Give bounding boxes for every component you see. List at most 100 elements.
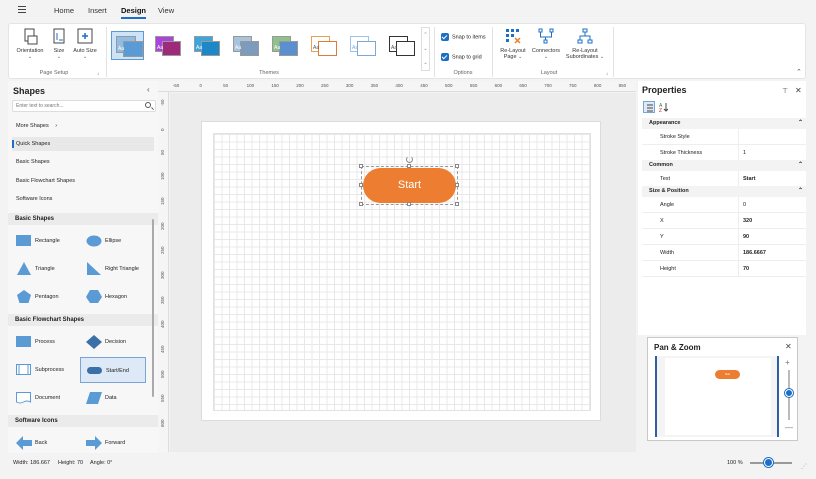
tab-insert[interactable]: Insert [88, 6, 107, 15]
shape-hexagon[interactable]: Hexagon [80, 284, 146, 310]
property-value[interactable]: 90 [738, 229, 806, 244]
resize-handle[interactable] [455, 183, 459, 187]
connectors-button[interactable]: Connectors ⌄ [529, 28, 563, 60]
property-value[interactable]: Start [738, 171, 806, 186]
chevron-up-icon: ⌃ [797, 188, 803, 194]
diagram-page[interactable]: Start [201, 121, 601, 421]
app-menu-icon[interactable] [18, 6, 30, 16]
shape-decision[interactable]: Decision [80, 329, 146, 355]
shape-ellipse[interactable]: Ellipse [80, 228, 146, 254]
theme-item[interactable]: Aa [384, 31, 417, 60]
start-end-shape[interactable]: Start [363, 168, 456, 203]
category-appearance[interactable]: Appearance ⌃ [642, 118, 806, 129]
property-value[interactable]: 0 [738, 197, 806, 212]
tab-home[interactable]: Home [54, 6, 74, 15]
category-basic-flowchart[interactable]: Basic Flowchart Shapes [12, 174, 154, 188]
pin-icon[interactable]: ⊤ [782, 87, 788, 95]
categorized-view-icon[interactable] [643, 101, 655, 113]
ruler-tick-label: 450 [160, 345, 165, 353]
relayout-subordinates-button[interactable]: Re-Layout Subordinates ⌄ [565, 28, 605, 60]
orientation-button[interactable]: Orientation ⌄ [13, 28, 47, 60]
auto-size-button[interactable]: Auto Size ⌄ [71, 28, 99, 60]
property-row[interactable]: Stroke Style [642, 129, 806, 145]
diagram-canvas[interactable]: Start [170, 93, 636, 452]
shape-subprocess[interactable]: Subprocess [10, 357, 76, 383]
property-row[interactable]: Y 90 [642, 229, 806, 245]
property-value[interactable]: 70 [738, 261, 806, 276]
ribbon-separator [613, 27, 614, 77]
resize-handle[interactable] [359, 183, 363, 187]
collapse-ribbon-icon[interactable]: ⌃ [796, 68, 802, 76]
group-themes-label: Themes [259, 70, 279, 76]
category-basic-shapes[interactable]: Basic Shapes [12, 155, 154, 169]
shape-triangle[interactable]: Triangle [10, 256, 76, 282]
property-row[interactable]: Stroke Thickness 1 [642, 145, 806, 161]
property-row[interactable]: Width 186.6667 [642, 245, 806, 261]
property-row[interactable]: Text Start [642, 171, 806, 187]
shape-back[interactable]: Back [10, 430, 76, 456]
close-icon[interactable]: ✕ [785, 342, 792, 351]
resize-handle[interactable] [407, 164, 411, 168]
shape-search-input[interactable] [12, 100, 156, 112]
size-button[interactable]: Size ⌄ [49, 28, 69, 60]
shapes-scrollbar[interactable] [152, 219, 154, 397]
page-setup-launcher-icon[interactable]: ⌟ [97, 70, 99, 76]
search-icon[interactable] [145, 102, 151, 108]
property-row[interactable]: Height 70 [642, 261, 806, 277]
category-quick-shapes[interactable]: Quick Shapes [12, 137, 154, 151]
themes-gallery-scroll[interactable]: ⌃ ⌄ ⌄ [421, 27, 430, 71]
shape-process[interactable]: Process [10, 329, 76, 355]
relayout-page-button[interactable]: Re-Layout Page ⌄ [497, 28, 529, 60]
shape-start-end[interactable]: Start/End [80, 357, 146, 383]
theme-item[interactable]: Aa [111, 31, 144, 60]
layout-launcher-icon[interactable]: ⌟ [606, 70, 608, 76]
shape-forward[interactable]: Forward [80, 430, 146, 456]
shape-label: Start/End [106, 368, 129, 374]
category-size-position[interactable]: Size & Position ⌃ [642, 186, 806, 197]
shape-data[interactable]: Data [80, 385, 146, 411]
category-more-shapes[interactable]: More Shapes › [12, 119, 154, 133]
resize-handle[interactable] [455, 202, 459, 206]
sort-alphabetical-icon[interactable]: AZ [658, 101, 670, 114]
tab-design[interactable]: Design [121, 6, 147, 19]
resize-grip-icon[interactable]: ⋰ [801, 463, 807, 470]
resize-handle[interactable] [359, 164, 363, 168]
property-row[interactable]: Angle 0 [642, 197, 806, 213]
tab-view[interactable]: View [158, 6, 174, 15]
ruler-tick-label: 150 [160, 197, 165, 205]
shape-document[interactable]: Document [10, 385, 76, 411]
shape-pentagon[interactable]: Pentagon [10, 284, 76, 310]
category-common[interactable]: Common ⌃ [642, 160, 806, 171]
property-row[interactable]: X 320 [642, 213, 806, 229]
resize-handle[interactable] [455, 164, 459, 168]
snap-to-grid-checkbox[interactable]: Snap to grid [441, 53, 482, 61]
property-value[interactable] [738, 129, 806, 144]
property-value[interactable]: 320 [738, 213, 806, 228]
theme-item[interactable]: Aa [228, 31, 261, 60]
resize-handle[interactable] [359, 202, 363, 206]
property-value[interactable]: 186.6667 [738, 245, 806, 260]
theme-item[interactable]: Aa [345, 31, 378, 60]
theme-item[interactable]: Aa [150, 31, 183, 60]
collapse-panel-icon[interactable]: ‹ [147, 85, 150, 94]
snap-to-items-checkbox[interactable]: Snap to items [441, 33, 486, 41]
pan-zoom-viewport[interactable]: Start [655, 356, 779, 437]
property-value[interactable]: 1 [738, 145, 806, 160]
theme-item[interactable]: Aa [306, 31, 339, 60]
zoom-slider-thumb[interactable] [764, 458, 773, 467]
shape-right-triangle[interactable]: Right Triangle [80, 256, 146, 282]
ruler-tick-label: 100 [160, 172, 165, 181]
theme-item[interactable]: Aa [267, 31, 300, 60]
pan-zoom-slider-thumb[interactable] [785, 388, 793, 397]
resize-handle[interactable] [407, 202, 411, 206]
category-software-icons[interactable]: Software Icons [12, 192, 154, 206]
property-name: Stroke Style [660, 134, 690, 140]
ruler-tick-label: 500 [445, 83, 453, 88]
zoom-out-icon[interactable]: — [785, 423, 793, 432]
theme-item[interactable]: Aa [189, 31, 222, 60]
shape-rectangle[interactable]: Rectangle [10, 228, 76, 254]
rotate-handle-icon[interactable] [406, 156, 413, 163]
zoom-in-icon[interactable]: + [785, 358, 790, 367]
ruler-tick-label: 700 [544, 83, 552, 88]
close-icon[interactable]: ✕ [795, 86, 802, 95]
